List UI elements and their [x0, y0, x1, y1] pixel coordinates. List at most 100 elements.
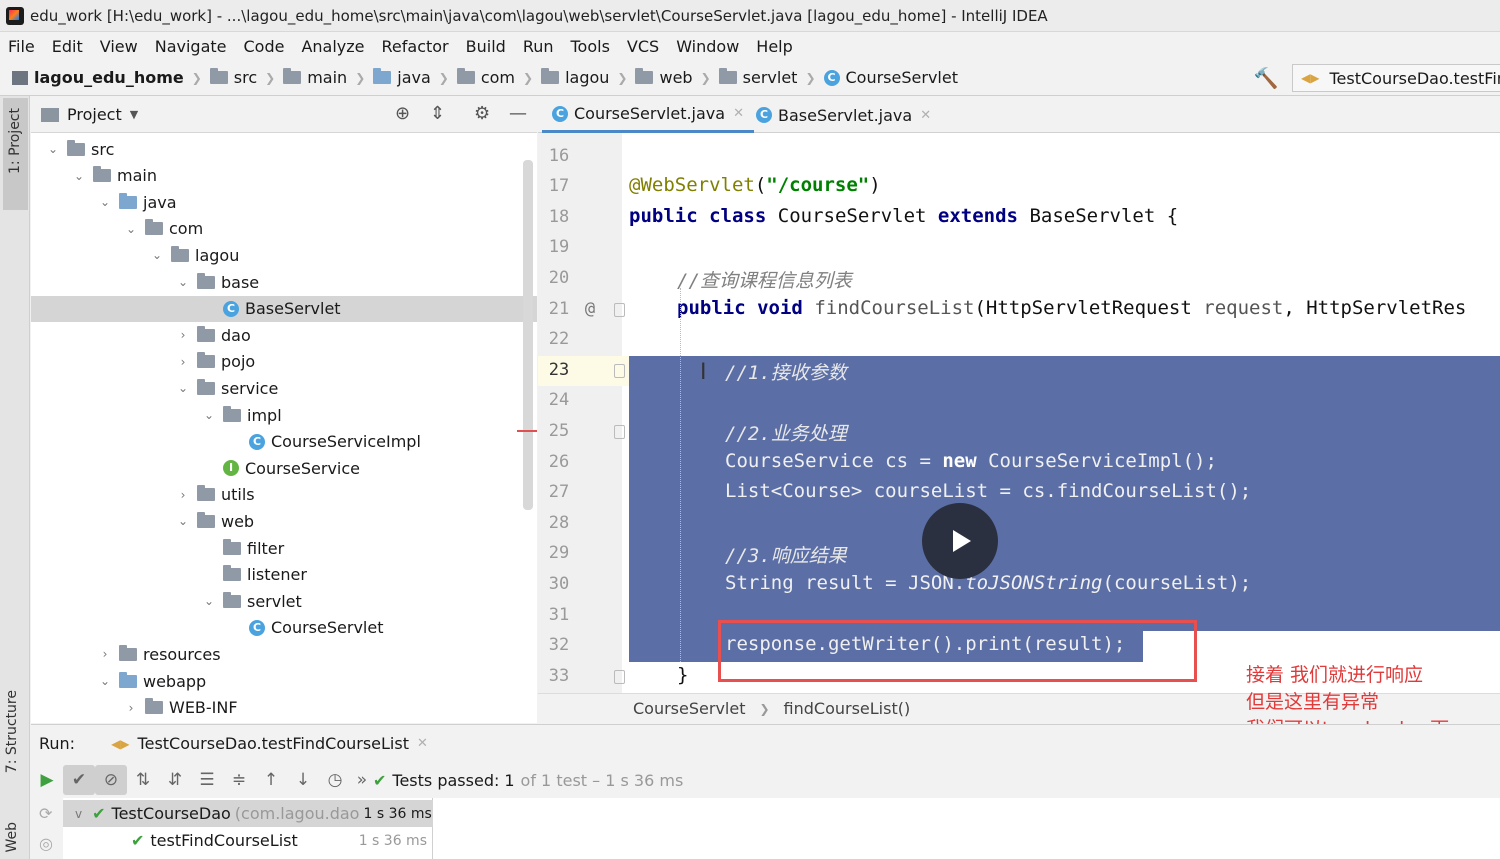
tree-item-java[interactable]: ⌄ java	[31, 189, 537, 215]
nav-crumb-main[interactable]: main ❯	[283, 68, 365, 87]
nav-crumb-lagou[interactable]: lagou ❯	[541, 68, 627, 87]
chevron-down-icon[interactable]: ⌄	[123, 222, 139, 236]
tree-item-courseservice[interactable]: I CourseService	[31, 455, 537, 481]
breadcrumb-method[interactable]: findCourseList()	[784, 699, 911, 718]
error-stripe-marker[interactable]	[517, 430, 537, 432]
web-tool-tab[interactable]: Web	[4, 822, 20, 853]
chevron-down-icon[interactable]: ⌄	[175, 275, 191, 289]
debug-icon[interactable]: ⟳	[39, 804, 52, 823]
nav-crumb-web[interactable]: web ❯	[635, 68, 711, 87]
chevron-right-icon[interactable]: ›	[123, 701, 139, 715]
tree-item-pojo[interactable]: › pojo	[31, 349, 537, 375]
tree-item-impl[interactable]: ⌄ impl	[31, 402, 537, 428]
expand-all-icon[interactable]: ☰	[191, 765, 223, 795]
chevron-right-icon[interactable]: ›	[175, 488, 191, 502]
tree-item-webapp[interactable]: ⌄ webapp	[31, 668, 537, 694]
menu-run[interactable]: Run	[523, 37, 554, 56]
menu-refactor[interactable]: Refactor	[382, 37, 449, 56]
nav-crumb-courseservlet[interactable]: C CourseServlet	[823, 68, 958, 87]
test-result-row[interactable]: ✔ testFindCourseList 1 s 36 ms	[63, 827, 433, 854]
tree-item-base[interactable]: ⌄ base	[31, 269, 537, 295]
tree-item-courseservlet[interactable]: C CourseServlet	[31, 615, 537, 641]
collapse-all-icon[interactable]: ⇕	[430, 103, 445, 124]
close-icon[interactable]: ✕	[733, 106, 744, 121]
next-failed-icon[interactable]: ↓	[287, 765, 319, 795]
chevron-down-icon[interactable]: ⌄	[175, 514, 191, 528]
chevron-down-icon[interactable]: ⌄	[201, 594, 217, 608]
nav-crumb-servlet[interactable]: servlet ❯	[718, 68, 816, 87]
sort-alpha-icon[interactable]: ⇅	[127, 765, 159, 795]
project-tool-tab[interactable]: 1: Project	[3, 98, 28, 210]
nav-crumb-src[interactable]: src ❯	[209, 68, 275, 87]
close-icon[interactable]: ✕	[920, 108, 931, 123]
chevron-down-icon[interactable]: ⌄	[97, 195, 113, 209]
more-icon[interactable]: »	[351, 765, 373, 795]
chevron-down-icon[interactable]: ⌄	[201, 408, 217, 422]
project-panel-title[interactable]: Project	[67, 105, 122, 124]
menu-edit[interactable]: Edit	[52, 37, 83, 56]
tree-item-filter[interactable]: filter	[31, 535, 537, 561]
chevron-right-icon[interactable]: ›	[97, 647, 113, 661]
annotation-gutter-icon[interactable]: @	[580, 299, 600, 319]
tree-item-utils[interactable]: › utils	[31, 482, 537, 508]
chevron-right-icon[interactable]: ›	[175, 355, 191, 369]
menu-window[interactable]: Window	[676, 37, 739, 56]
breadcrumb-class[interactable]: CourseServlet	[633, 699, 745, 718]
menu-view[interactable]: View	[100, 37, 138, 56]
tree-scrollbar[interactable]	[523, 160, 533, 510]
nav-crumb-project[interactable]: lagou_edu_home ❯	[12, 68, 202, 87]
chevron-down-icon[interactable]: ⌄	[71, 169, 87, 183]
gear-icon[interactable]: ⚙	[474, 103, 490, 124]
tree-item-src[interactable]: ⌄ src	[31, 136, 537, 162]
tree-item-web[interactable]: ⌄ web	[31, 508, 537, 534]
sort-duration-icon[interactable]: ⇵	[159, 765, 191, 795]
menu-help[interactable]: Help	[756, 37, 792, 56]
show-ignored-icon[interactable]: ⊘	[95, 765, 127, 795]
menu-analyze[interactable]: Analyze	[301, 37, 364, 56]
chevron-down-icon[interactable]: ⌄	[97, 674, 113, 688]
structure-tool-tab[interactable]: 7: Structure	[4, 690, 20, 773]
tree-item-dao[interactable]: › dao	[31, 322, 537, 348]
chevron-down-icon[interactable]: ⌄	[175, 381, 191, 395]
tree-item-web-inf[interactable]: › WEB-INF	[31, 695, 537, 721]
tree-item-lagou[interactable]: ⌄ lagou	[31, 242, 537, 268]
tree-item-servlet[interactable]: ⌄ servlet	[31, 588, 537, 614]
locate-target-icon[interactable]: ⊕	[395, 103, 410, 124]
rerun-icon[interactable]: ▶	[31, 765, 63, 795]
test-result-row[interactable]: v ✔ TestCourseDao (com.lagou.dao 1 s 36 …	[63, 800, 433, 827]
run-configuration-selector[interactable]: ◀▶ TestCourseDao.testFindCourseList	[1292, 64, 1500, 92]
menu-tools[interactable]: Tools	[571, 37, 610, 56]
minimize-icon[interactable]: —	[509, 103, 527, 124]
chevron-down-icon[interactable]: v	[75, 807, 82, 821]
camera-icon[interactable]: ◎	[39, 834, 53, 853]
close-icon[interactable]: ✕	[417, 736, 428, 751]
tree-item-listener[interactable]: listener	[31, 562, 537, 588]
tree-item-baseservlet[interactable]: C BaseServlet	[31, 295, 537, 322]
tree-item-main[interactable]: ⌄ main	[31, 163, 537, 189]
collapse-all-icon[interactable]: ≑	[223, 765, 255, 795]
dropdown-arrow-icon[interactable]: ▼	[130, 108, 138, 121]
previous-failed-icon[interactable]: ↑	[255, 765, 287, 795]
chevron-down-icon[interactable]: ⌄	[45, 142, 61, 156]
menu-vcs[interactable]: VCS	[627, 37, 659, 56]
tree-item-courseserviceimpl[interactable]: C CourseServiceImpl	[31, 429, 537, 455]
menu-navigate[interactable]: Navigate	[155, 37, 227, 56]
test-history-icon[interactable]: ◷	[319, 765, 351, 795]
menu-code[interactable]: Code	[244, 37, 285, 56]
tab-courseservlet-java[interactable]: C CourseServlet.java ✕	[542, 97, 754, 133]
tree-item-com[interactable]: ⌄ com	[31, 216, 537, 242]
menu-build[interactable]: Build	[466, 37, 506, 56]
tab-baseservlet-java[interactable]: C BaseServlet.java ✕	[746, 97, 941, 133]
chevron-right-icon[interactable]: ›	[175, 328, 191, 342]
chevron-down-icon[interactable]: ⌄	[149, 248, 165, 262]
nav-crumb-java[interactable]: java ❯	[373, 68, 449, 87]
tree-item-resources[interactable]: › resources	[31, 641, 537, 667]
build-hammer-icon[interactable]: 🔨	[1253, 66, 1279, 90]
menu-file[interactable]: File	[8, 37, 35, 56]
video-play-button[interactable]	[922, 503, 998, 579]
tree-item-service[interactable]: ⌄ service	[31, 375, 537, 401]
test-output-console[interactable]	[433, 798, 1500, 859]
nav-crumb-com[interactable]: com ❯	[456, 68, 533, 87]
run-tab-label[interactable]: TestCourseDao.testFindCourseList	[138, 734, 409, 753]
show-passed-icon[interactable]: ✔	[63, 765, 95, 795]
